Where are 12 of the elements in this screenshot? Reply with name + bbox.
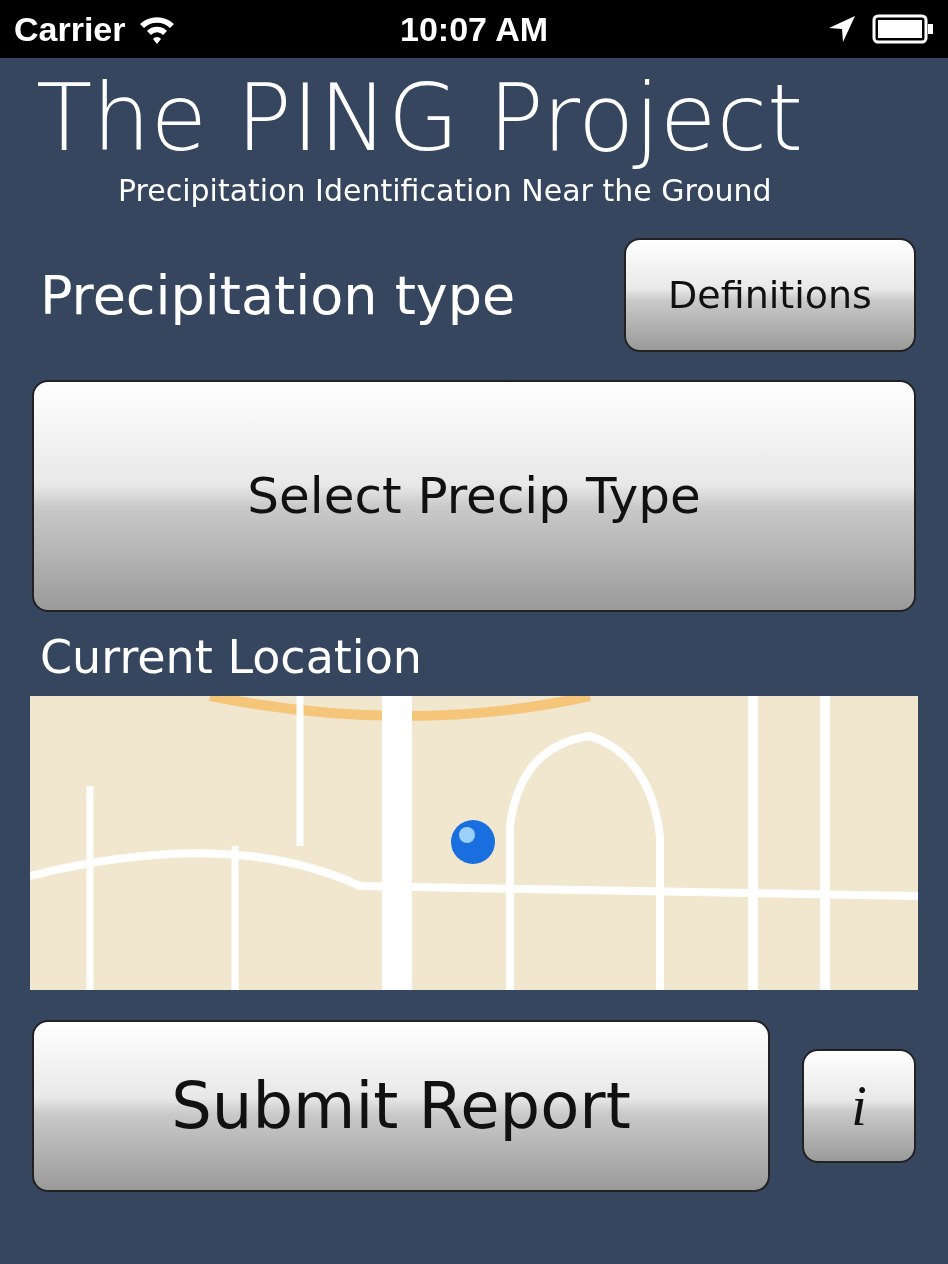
- status-time: 10:07 AM: [400, 9, 548, 49]
- carrier-label: Carrier: [14, 9, 126, 49]
- app-title: The PING Project: [35, 64, 805, 170]
- submit-report-button[interactable]: Submit Report: [32, 1020, 770, 1193]
- location-arrow-icon: [828, 15, 856, 43]
- info-button[interactable]: i: [802, 1049, 916, 1164]
- app-subtitle: Precipitation Identification Near the Ground: [117, 172, 773, 209]
- precipitation-type-label: Precipitation type: [40, 263, 516, 327]
- definitions-button[interactable]: Definitions: [624, 238, 916, 353]
- select-precip-type-button[interactable]: Select Precip Type: [32, 380, 916, 613]
- battery-icon: [872, 14, 934, 44]
- current-location-label: Current Location: [39, 629, 423, 685]
